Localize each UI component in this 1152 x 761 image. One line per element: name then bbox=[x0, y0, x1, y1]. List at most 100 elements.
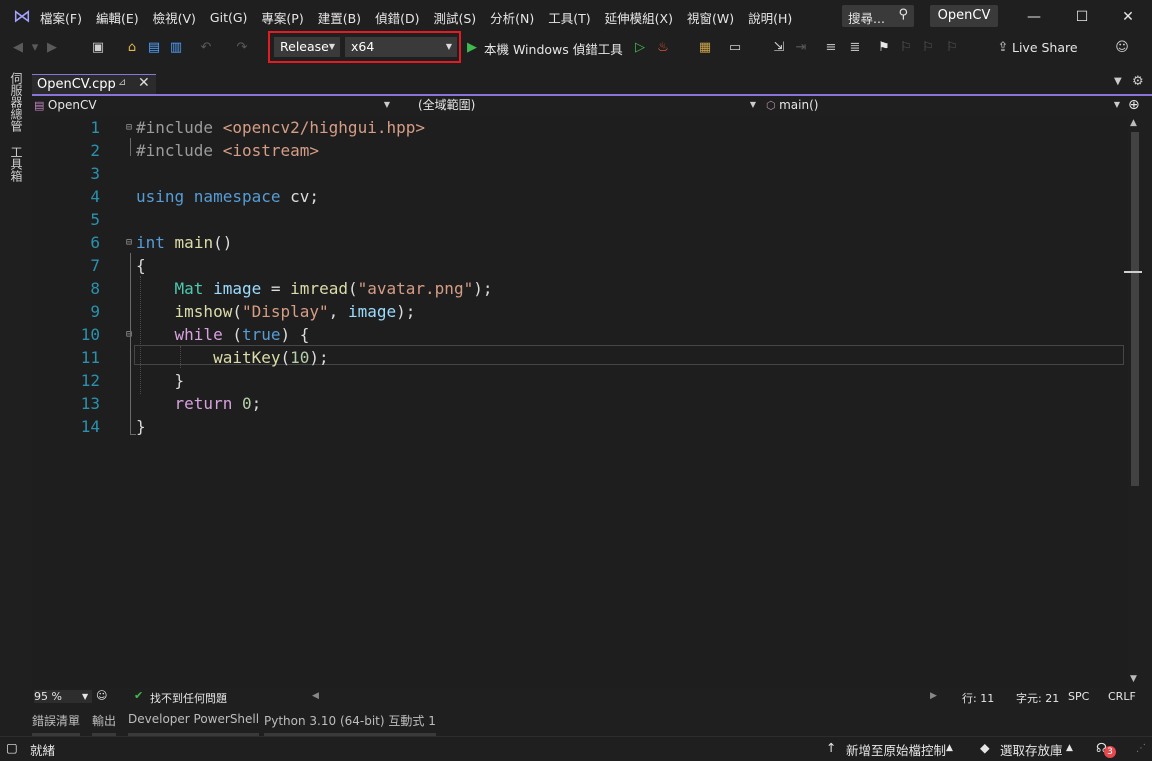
pin-icon[interactable]: ⊿ bbox=[118, 77, 126, 88]
visual-studio-logo-icon[interactable]: ⋈ bbox=[10, 6, 34, 28]
tab-developer-powershell[interactable]: Developer PowerShell bbox=[128, 712, 260, 736]
menu-tools[interactable]: 工具(T) bbox=[548, 8, 590, 27]
scroll-down-icon[interactable]: ▼ bbox=[1130, 674, 1137, 684]
next-bookmark-icon[interactable]: ⚐ bbox=[920, 37, 936, 59]
live-share-button[interactable]: Live Share bbox=[1012, 40, 1078, 55]
hot-reload-icon[interactable]: ♨ bbox=[654, 37, 672, 59]
chevron-up-icon[interactable]: ▲ bbox=[946, 743, 953, 753]
step-icon[interactable]: ⇲ bbox=[770, 37, 788, 59]
copilot-icon[interactable]: ☺ bbox=[96, 689, 107, 702]
live-share-icon[interactable]: ⇪ bbox=[994, 37, 1012, 59]
back-icon[interactable]: ◀ bbox=[8, 37, 28, 59]
spacing-indicator[interactable]: SPC bbox=[1068, 690, 1089, 703]
menu-git[interactable]: Git(G) bbox=[210, 10, 248, 25]
line-number: 12 bbox=[80, 371, 100, 390]
notification-count-badge: 3 bbox=[1104, 746, 1116, 758]
add-to-source-control-button[interactable]: 新增至原始檔控制 bbox=[846, 740, 946, 759]
undo-icon[interactable]: ↶ bbox=[196, 37, 216, 59]
scroll-left-icon[interactable]: ◀ bbox=[312, 691, 319, 701]
start-debug-icon[interactable]: ▶ bbox=[464, 37, 480, 59]
ready-status: 就緒 bbox=[30, 743, 56, 758]
step-over-icon[interactable]: ⇥ bbox=[792, 37, 810, 59]
chevron-down-icon: ▼ bbox=[1113, 100, 1120, 109]
menu-test[interactable]: 測試(S) bbox=[433, 8, 476, 27]
chevron-down-icon: ▼ bbox=[445, 42, 452, 51]
save-all-icon[interactable]: ▥ bbox=[166, 37, 186, 59]
start-without-debug-icon[interactable]: ▷ bbox=[632, 37, 648, 59]
tab-error-list[interactable]: 錯誤清單 bbox=[32, 712, 81, 736]
bookmark-icon[interactable]: ⚑ bbox=[876, 37, 892, 59]
search-label: 搜尋... bbox=[848, 11, 885, 26]
indent-guide bbox=[180, 346, 181, 368]
menu-analyze[interactable]: 分析(N) bbox=[490, 8, 534, 27]
minimize-button[interactable]: — bbox=[1014, 4, 1054, 30]
line-number: 8 bbox=[90, 279, 100, 298]
indent-guide bbox=[140, 276, 141, 394]
code-line: waitKey(10); bbox=[213, 348, 329, 367]
tool-window-tabs: 錯誤清單 輸出 Developer PowerShell Python 3.10… bbox=[0, 708, 1152, 736]
git-branch-icon: ◆ bbox=[980, 740, 990, 755]
menu-build[interactable]: 建置(B) bbox=[318, 8, 361, 27]
split-editor-icon[interactable]: ⊕ bbox=[1128, 96, 1144, 114]
chevron-up-icon[interactable]: ▲ bbox=[1066, 743, 1073, 753]
layout-icon[interactable]: ▭ bbox=[726, 37, 744, 59]
column-indicator[interactable]: 字元: 21 bbox=[1016, 690, 1059, 706]
project-dropdown[interactable]: ▤ OpenCV ▼ bbox=[34, 96, 394, 114]
select-repository-button[interactable]: 選取存放庫 bbox=[1000, 740, 1063, 759]
resize-grip-icon[interactable]: ⋰ bbox=[1136, 743, 1146, 754]
toolbox-tab[interactable]: 工具箱 bbox=[8, 146, 23, 182]
line-number: 4 bbox=[90, 187, 100, 206]
ready-icon: ▢ bbox=[6, 740, 18, 755]
tab-opencv-cpp[interactable]: OpenCV.cpp ⊿ ✕ bbox=[32, 74, 156, 94]
scroll-right-icon[interactable]: ▶ bbox=[930, 691, 937, 701]
forward-icon[interactable]: ▶ bbox=[42, 37, 62, 59]
scroll-up-icon[interactable]: ▲ bbox=[1130, 118, 1137, 128]
solution-explorer-icon[interactable]: ▦ bbox=[696, 37, 714, 59]
menu-project[interactable]: 專案(P) bbox=[261, 8, 303, 27]
solution-platform-dropdown[interactable]: x64 ▼ bbox=[345, 37, 457, 57]
chevron-down-icon[interactable]: ▼ bbox=[82, 692, 88, 701]
close-window-button[interactable]: ✕ bbox=[1108, 4, 1148, 30]
scrollbar-thumb[interactable] bbox=[1131, 132, 1139, 486]
redo-icon[interactable]: ↷ bbox=[232, 37, 252, 59]
prev-bookmark-icon[interactable]: ⚐ bbox=[898, 37, 914, 59]
maximize-button[interactable]: ☐ bbox=[1062, 4, 1102, 30]
close-tab-icon[interactable]: ✕ bbox=[138, 75, 150, 91]
server-explorer-tab[interactable]: 伺服器總管 bbox=[8, 72, 23, 132]
menu-help[interactable]: 說明(H) bbox=[748, 8, 792, 27]
solution-configuration-dropdown[interactable]: Release ▼ bbox=[274, 37, 340, 57]
issues-status[interactable]: 找不到任何問題 bbox=[150, 690, 227, 706]
back-dropdown-icon[interactable]: ▾ bbox=[28, 37, 42, 59]
feedback-icon[interactable]: ☺ bbox=[1112, 37, 1132, 59]
save-icon[interactable]: ▤ bbox=[144, 37, 164, 59]
code-line: while (true) { bbox=[174, 325, 310, 344]
new-project-icon[interactable]: ▣ bbox=[88, 37, 108, 59]
navigation-bar: ▤ OpenCV ▼ (全域範圍) ▼ ⬡ main() ▼ ⊕ bbox=[32, 96, 1152, 114]
scope-dropdown[interactable]: (全域範圍) ▼ bbox=[400, 96, 760, 114]
open-folder-icon[interactable]: ⌂ bbox=[122, 37, 142, 59]
settings-gear-icon[interactable]: ⚙ bbox=[1132, 74, 1144, 89]
tab-output[interactable]: 輸出 bbox=[92, 712, 117, 736]
line-indicator[interactable]: 行: 11 bbox=[962, 690, 994, 706]
collapse-icon[interactable]: ⊟ bbox=[126, 122, 132, 133]
menu-view[interactable]: 檢視(V) bbox=[153, 8, 196, 27]
comment-icon[interactable]: ≡ bbox=[822, 37, 840, 59]
menu-edit[interactable]: 編輯(E) bbox=[96, 8, 139, 27]
menu-window[interactable]: 視窗(W) bbox=[687, 8, 734, 27]
project-name: OpenCV bbox=[47, 98, 97, 112]
code-editor[interactable]: 1 2 3 4 5 6 7 8 9 10 11 12 13 14 ⊟ ⊟ ⊟ #… bbox=[32, 116, 1128, 688]
code-line: Mat image = imread("avatar.png"); bbox=[174, 279, 493, 298]
member-dropdown[interactable]: ⬡ main() ▼ bbox=[766, 96, 1124, 114]
collapse-icon[interactable]: ⊟ bbox=[126, 237, 132, 248]
clear-bookmarks-icon[interactable]: ⚐ bbox=[944, 37, 960, 59]
menu-debug[interactable]: 偵錯(D) bbox=[375, 8, 419, 27]
menu-extensions[interactable]: 延伸模組(X) bbox=[605, 8, 673, 27]
start-debug-button[interactable]: 本機 Windows 偵錯工具 bbox=[484, 39, 623, 58]
menu-file[interactable]: 檔案(F) bbox=[40, 8, 82, 27]
tab-list-icon[interactable]: ▼ bbox=[1114, 76, 1122, 87]
tab-python-interactive[interactable]: Python 3.10 (64-bit) 互動式 1 bbox=[264, 712, 436, 736]
line-number: 2 bbox=[90, 141, 100, 160]
uncomment-icon[interactable]: ≣ bbox=[846, 37, 864, 59]
search-box[interactable]: 搜尋... ⚲ bbox=[842, 5, 914, 27]
line-ending-indicator[interactable]: CRLF bbox=[1108, 690, 1136, 703]
